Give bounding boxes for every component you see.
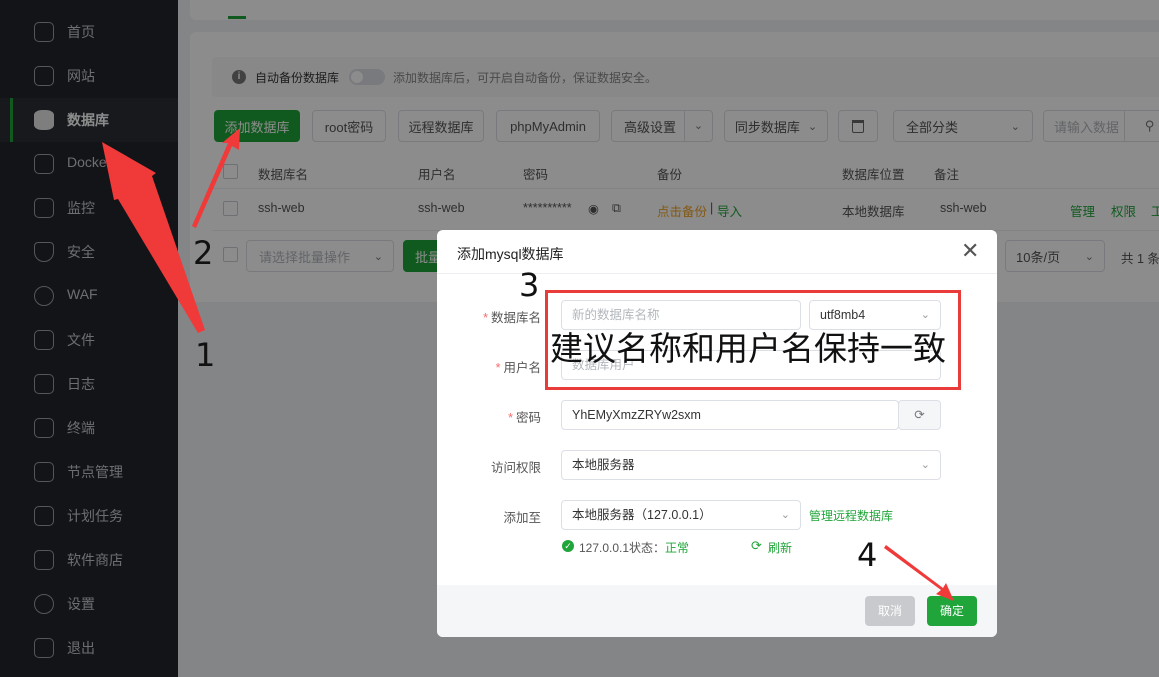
chevron-down-icon: ⌄	[780, 509, 790, 521]
access-value: 本地服务器	[572, 458, 635, 472]
cancel-button[interactable]: 取消	[865, 596, 915, 626]
annotation-number-1: 1	[195, 336, 216, 374]
access-label: 访问权限	[437, 457, 541, 476]
addto-label-text: 添加至	[503, 511, 541, 525]
password-label: * 密码	[508, 411, 541, 425]
annotation-number-3: 3	[519, 266, 540, 304]
password-input[interactable]: YhEMyXmzZRYw2sxm	[561, 400, 899, 430]
server-value: 本地服务器（127.0.0.1）	[572, 508, 712, 522]
check-circle-icon: ✓	[562, 540, 574, 552]
user-label-text: 用户名	[503, 361, 541, 375]
db-name-label: * 数据库名	[483, 311, 541, 325]
refresh-link[interactable]: 刷新	[768, 539, 792, 556]
annotation-number-2: 2	[193, 234, 214, 272]
refresh-password-icon[interactable]: ⟳	[898, 400, 941, 430]
db-name-label-text: 数据库名	[490, 311, 541, 325]
access-label-text: 访问权限	[490, 461, 541, 475]
manage-remote-link[interactable]: 管理远程数据库	[809, 507, 893, 524]
user-label: * 用户名	[495, 361, 541, 375]
chevron-down-icon: ⌄	[920, 459, 930, 471]
refresh-icon[interactable]: ⟳	[751, 538, 762, 554]
annotation-hint: 建议名称和用户名保持一致	[550, 329, 946, 368]
close-icon[interactable]: ✕	[961, 240, 979, 262]
server-select[interactable]: 本地服务器（127.0.0.1） ⌄	[561, 500, 801, 530]
dialog-title: 添加mysql数据库	[457, 246, 564, 262]
dialog-footer: 取消 确定	[437, 585, 997, 637]
addto-label: 添加至	[437, 507, 541, 526]
access-select[interactable]: 本地服务器 ⌄	[561, 450, 941, 480]
confirm-button[interactable]: 确定	[927, 596, 977, 626]
status-prefix: 127.0.0.1状态：	[579, 541, 666, 555]
status-value: 正常	[665, 541, 690, 555]
password-label-text: 密码	[515, 411, 541, 425]
annotation-number-4: 4	[857, 536, 878, 574]
